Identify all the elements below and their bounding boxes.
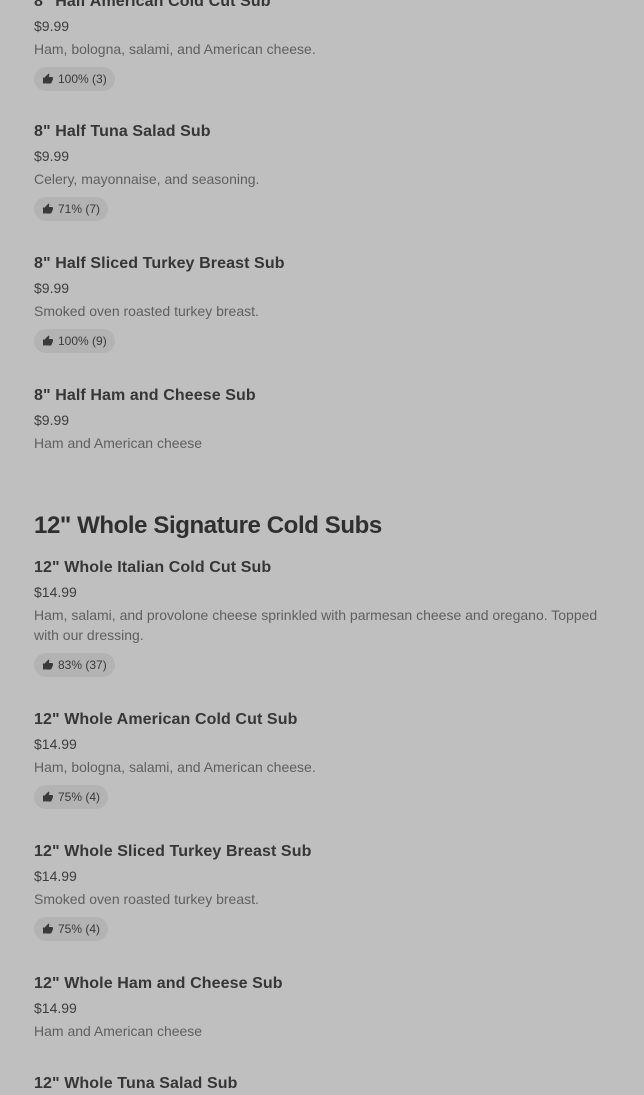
rating-badge: 83% (37) xyxy=(34,653,115,677)
item-description: Ham, bologna, salami, and American chees… xyxy=(34,41,316,57)
item-description: Ham and American cheese xyxy=(34,1023,203,1039)
item-price: $9.99 xyxy=(34,18,70,34)
item-price: $14.99 xyxy=(34,584,77,600)
rating-badge: 75% (4) xyxy=(34,917,109,941)
item-description: Ham, salami, and provolone cheese sprink… xyxy=(34,607,598,643)
item-name: 8" Half Ham and Cheese Sub xyxy=(34,387,256,404)
menu-item[interactable]: 12" Whole Tuna Salad Sub xyxy=(34,1074,614,1094)
rating-text: 83% (37) xyxy=(58,658,107,672)
rating-badge: 100% (9) xyxy=(34,329,115,353)
thumbs-up-icon xyxy=(43,73,53,84)
item-name: 12" Whole Sliced Turkey Breast Sub xyxy=(34,843,312,860)
item-name: 12" Whole Italian Cold Cut Sub xyxy=(34,559,272,576)
thumbs-up-icon xyxy=(43,335,53,346)
rating-text: 71% (7) xyxy=(58,202,101,216)
menu-item[interactable]: 12" Whole Sliced Turkey Breast Sub $14.9… xyxy=(34,842,614,941)
rating-badge: 71% (7) xyxy=(34,197,109,221)
item-description: Smoked oven roasted turkey breast. xyxy=(34,891,259,907)
item-price: $14.99 xyxy=(34,1000,77,1016)
menu-item[interactable]: 8" Half Sliced Turkey Breast Sub $9.99 S… xyxy=(34,254,614,353)
rating-text: 100% (9) xyxy=(58,334,107,348)
item-description: Smoked oven roasted turkey breast. xyxy=(34,303,259,319)
menu-item[interactable]: 8" Half American Cold Cut Sub $9.99 Ham,… xyxy=(34,0,614,91)
section-title: 12" Whole Signature Cold Subs xyxy=(34,512,382,539)
item-price: $9.99 xyxy=(34,148,70,164)
item-name: 12" Whole American Cold Cut Sub xyxy=(34,711,298,728)
menu-item[interactable]: 8" Half Ham and Cheese Sub $9.99 Ham and… xyxy=(34,386,614,453)
thumbs-up-icon xyxy=(43,659,53,670)
menu-item[interactable]: 8" Half Tuna Salad Sub $9.99 Celery, may… xyxy=(34,122,614,221)
item-name: 8" Half Tuna Salad Sub xyxy=(34,123,211,140)
item-description: Ham, bologna, salami, and American chees… xyxy=(34,759,316,775)
item-name: 12" Whole Tuna Salad Sub xyxy=(34,1075,238,1092)
item-name: 12" Whole Ham and Cheese Sub xyxy=(34,975,283,992)
item-description: Celery, mayonnaise, and seasoning. xyxy=(34,171,260,187)
item-description: Ham and American cheese xyxy=(34,435,203,451)
rating-badge: 75% (4) xyxy=(34,785,109,809)
rating-text: 75% (4) xyxy=(58,922,101,936)
menu-item[interactable]: 12" Whole Ham and Cheese Sub $14.99 Ham … xyxy=(34,974,614,1041)
menu-item[interactable]: 12" Whole Italian Cold Cut Sub $14.99 Ha… xyxy=(34,558,614,677)
item-name: 8" Half American Cold Cut Sub xyxy=(34,0,271,10)
item-price: $14.99 xyxy=(34,868,77,884)
rating-text: 100% (3) xyxy=(58,72,107,86)
menu-page: 8" Half American Cold Cut Sub $9.99 Ham,… xyxy=(0,0,644,1095)
item-price: $9.99 xyxy=(34,280,70,296)
rating-text: 75% (4) xyxy=(58,790,101,804)
item-price: $14.99 xyxy=(34,736,77,752)
menu-item[interactable]: 12" Whole American Cold Cut Sub $14.99 H… xyxy=(34,710,614,809)
thumbs-up-icon xyxy=(43,203,53,214)
thumbs-up-icon xyxy=(43,791,53,802)
item-name: 8" Half Sliced Turkey Breast Sub xyxy=(34,255,285,272)
rating-badge: 100% (3) xyxy=(34,67,115,91)
thumbs-up-icon xyxy=(43,923,53,934)
item-price: $9.99 xyxy=(34,412,70,428)
